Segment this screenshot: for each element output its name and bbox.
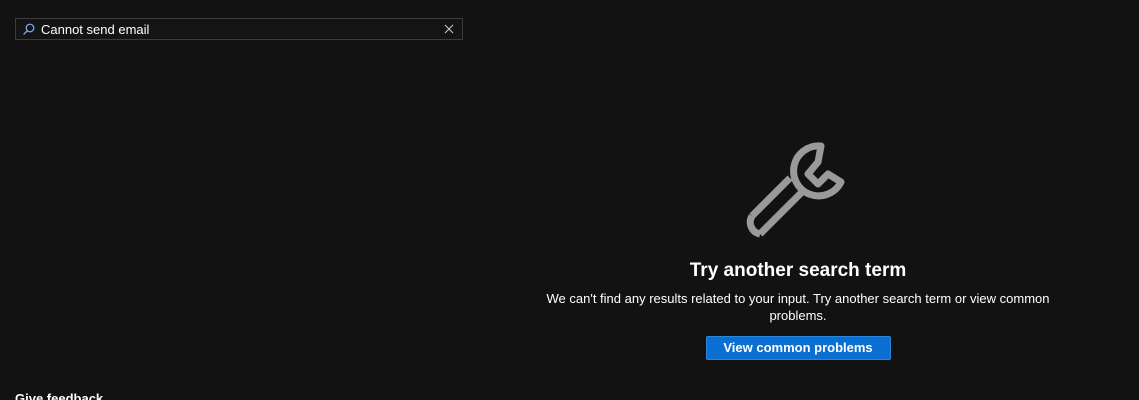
empty-state-title: Try another search term	[689, 260, 907, 281]
view-common-problems-button[interactable]: View common problems	[705, 336, 891, 360]
close-icon[interactable]	[441, 21, 457, 37]
troubleshooter-page: Try another search term We can't find an…	[0, 0, 1139, 400]
empty-state: Try another search term We can't find an…	[533, 140, 1063, 360]
search-input[interactable]	[41, 20, 441, 38]
empty-state-message: We can't find any results related to you…	[546, 291, 1050, 323]
search-box[interactable]	[15, 18, 463, 40]
give-feedback-link[interactable]: Give feedback	[15, 391, 103, 400]
wrench-icon	[746, 142, 845, 238]
search-icon	[22, 22, 36, 36]
